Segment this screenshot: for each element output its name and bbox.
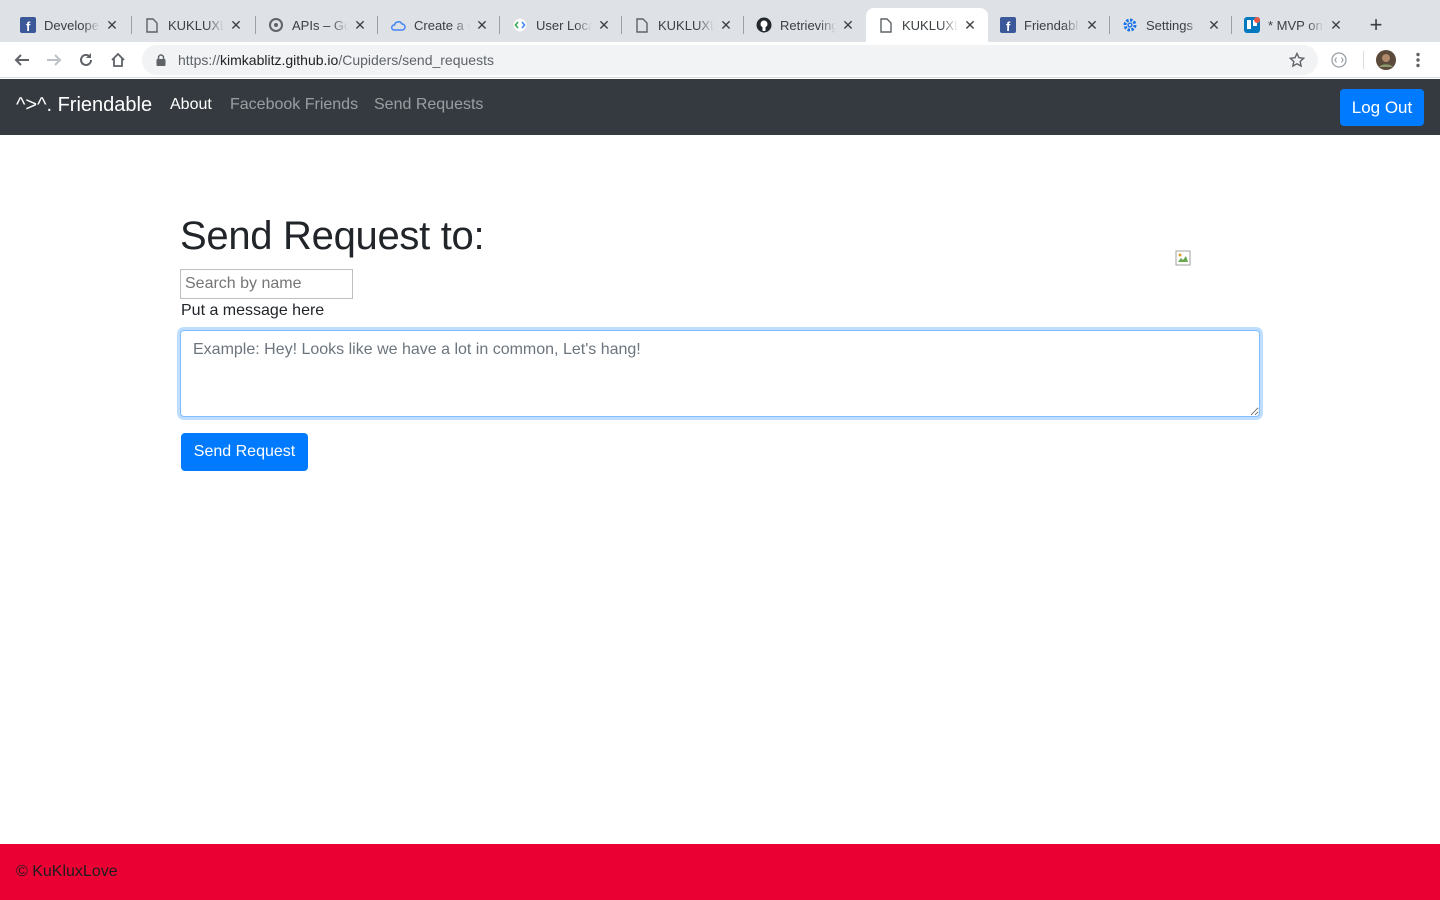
api-icon bbox=[268, 17, 284, 33]
tab-close-icon[interactable]: ✕ bbox=[104, 17, 120, 33]
browser-tab[interactable]: KUKLUXLOVE ✕ bbox=[132, 8, 254, 42]
app-navbar: ^>^. Friendable About Facebook Friends S… bbox=[0, 79, 1440, 135]
tab-close-icon[interactable]: ✕ bbox=[352, 17, 368, 33]
forward-arrow-icon[interactable] bbox=[42, 48, 66, 72]
facebook-icon: f bbox=[1000, 17, 1016, 33]
tab-close-icon[interactable]: ✕ bbox=[1328, 17, 1344, 33]
new-tab-plus-icon[interactable]: + bbox=[1364, 12, 1388, 37]
url-text: https://kimkablitz.github.io/Cupiders/se… bbox=[178, 52, 494, 68]
profile-avatar-icon[interactable] bbox=[1374, 48, 1398, 72]
search-input[interactable] bbox=[180, 269, 353, 299]
toolbar-divider bbox=[1363, 51, 1364, 69]
tab-title: APIs – Google bbox=[292, 17, 348, 33]
lock-icon bbox=[154, 53, 168, 67]
github-icon bbox=[756, 17, 772, 33]
message-textarea[interactable] bbox=[180, 330, 1260, 417]
tab-title: KUKLUXLOVE bbox=[658, 17, 714, 33]
send-request-button[interactable]: Send Request bbox=[181, 433, 308, 471]
tab-title: Create a new bbox=[414, 17, 470, 33]
address-bar[interactable]: https://kimkablitz.github.io/Cupiders/se… bbox=[142, 45, 1318, 75]
nav-link-facebook-friends[interactable]: Facebook Friends bbox=[230, 96, 358, 114]
tab-title: KUKLUXLOVE bbox=[902, 17, 958, 33]
home-icon[interactable] bbox=[106, 48, 130, 72]
browser-tab-active[interactable]: KUKLUXLOVE ✕ bbox=[866, 8, 988, 42]
tab-title: Developers bbox=[44, 17, 100, 33]
tab-title: User Location bbox=[536, 17, 592, 33]
nav-link-send-requests[interactable]: Send Requests bbox=[374, 96, 483, 114]
bookmark-star-icon[interactable] bbox=[1288, 51, 1306, 69]
browser-tab[interactable]: User Location ✕ bbox=[500, 8, 622, 42]
menu-dots-icon[interactable] bbox=[1406, 48, 1430, 72]
gear-icon bbox=[1122, 17, 1138, 33]
tab-title: Retrieving bbox=[780, 17, 836, 33]
logout-button[interactable]: Log Out bbox=[1340, 89, 1424, 126]
document-icon bbox=[634, 17, 650, 33]
document-icon bbox=[144, 17, 160, 33]
browser-tab[interactable]: Settings ✕ bbox=[1110, 8, 1232, 42]
browser-tab[interactable]: f Developers ✕ bbox=[8, 8, 130, 42]
nav-link-about[interactable]: About bbox=[170, 96, 212, 114]
tab-close-icon[interactable]: ✕ bbox=[228, 17, 244, 33]
message-label: Put a message here bbox=[181, 302, 325, 319]
brand-logo[interactable]: ^>^. Friendable bbox=[16, 94, 152, 117]
tab-close-icon[interactable]: ✕ bbox=[596, 17, 612, 33]
svg-text:f: f bbox=[1006, 19, 1011, 33]
browser-tab[interactable]: KUKLUXLOVE ✕ bbox=[622, 8, 744, 42]
extension-icon[interactable] bbox=[1327, 48, 1351, 72]
tab-title: Friendable bbox=[1024, 17, 1080, 33]
code-icon bbox=[512, 17, 528, 33]
tab-close-icon[interactable]: ✕ bbox=[1084, 17, 1100, 33]
tab-close-icon[interactable]: ✕ bbox=[474, 17, 490, 33]
tab-title: Settings bbox=[1146, 17, 1193, 33]
reload-icon[interactable] bbox=[74, 48, 98, 72]
tab-title: KUKLUXLOVE bbox=[168, 17, 224, 33]
page-footer: © KuKluxLove bbox=[0, 844, 1440, 900]
footer-copyright: © KuKluxLove bbox=[16, 863, 118, 880]
tab-close-icon[interactable]: ✕ bbox=[840, 17, 856, 33]
broken-image-icon bbox=[1175, 250, 1191, 266]
url-host: kimkablitz.github.io bbox=[220, 52, 339, 68]
browser-tab[interactable]: * MVP on ✕ bbox=[1232, 8, 1354, 42]
browser-tab-strip: f Developers ✕ KUKLUXLOVE ✕ APIs – Googl… bbox=[0, 0, 1440, 42]
browser-tab[interactable]: f Friendable ✕ bbox=[988, 8, 1110, 42]
page-title: Send Request to: bbox=[180, 214, 485, 258]
tab-close-icon[interactable]: ✕ bbox=[1206, 17, 1222, 33]
browser-toolbar: https://kimkablitz.github.io/Cupiders/se… bbox=[0, 42, 1440, 78]
browser-tab[interactable]: Retrieving ✕ bbox=[744, 8, 866, 42]
facebook-icon: f bbox=[20, 17, 36, 33]
tab-close-icon[interactable]: ✕ bbox=[718, 17, 734, 33]
document-icon bbox=[878, 17, 894, 33]
back-arrow-icon[interactable] bbox=[10, 48, 34, 72]
browser-tab[interactable]: APIs – Google ✕ bbox=[256, 8, 378, 42]
tab-close-icon[interactable]: ✕ bbox=[962, 17, 978, 33]
trello-icon bbox=[1244, 17, 1260, 33]
svg-text:f: f bbox=[26, 19, 31, 33]
tab-title: * MVP on bbox=[1268, 17, 1323, 33]
url-path: /Cupiders/send_requests bbox=[338, 52, 494, 68]
cloud-icon bbox=[390, 17, 406, 33]
url-scheme: https:// bbox=[178, 52, 221, 68]
browser-tab[interactable]: Create a new ✕ bbox=[378, 8, 500, 42]
